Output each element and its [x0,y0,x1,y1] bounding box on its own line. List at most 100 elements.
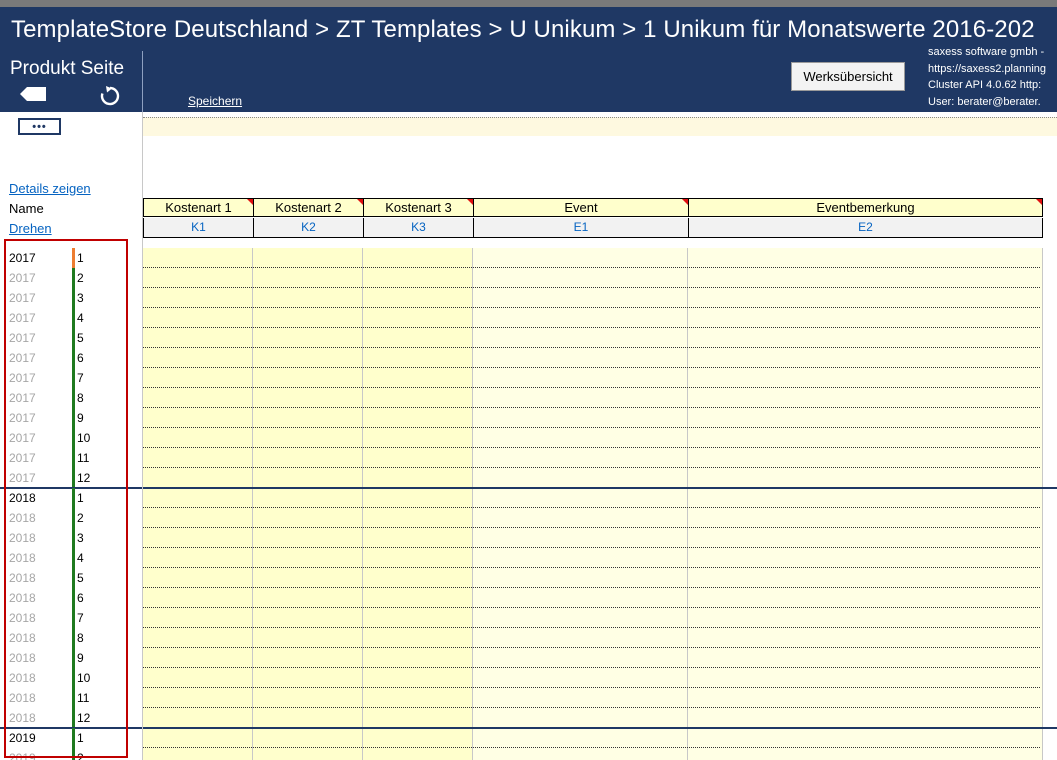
column-code-2[interactable]: K2 [253,218,363,238]
row-header[interactable]: 2018 11 [0,688,142,708]
column-header-1[interactable]: Kostenart 1 [143,198,253,217]
row-year: 2017 [9,431,36,445]
row-marker-bar [72,608,75,628]
row-year: 2018 [9,531,36,545]
row-header[interactable]: 2018 2 [0,508,142,528]
table-row[interactable] [143,628,1040,648]
table-row[interactable] [143,508,1040,528]
row-month: 4 [77,551,84,565]
table-row[interactable] [143,528,1040,548]
table-row[interactable] [143,248,1040,268]
column-code-1[interactable]: K1 [143,218,253,238]
row-header[interactable]: 2017 2 [0,268,142,288]
row-header[interactable]: 2017 9 [0,408,142,428]
row-marker-bar [72,268,75,288]
row-header[interactable]: 2017 10 [0,428,142,448]
row-header[interactable]: 2017 6 [0,348,142,368]
table-row[interactable] [143,308,1040,328]
table-row[interactable] [143,408,1040,428]
row-month: 6 [77,591,84,605]
table-row[interactable] [143,608,1040,628]
row-marker-bar [72,388,75,408]
row-header[interactable]: 2019 2 [0,748,142,760]
row-header[interactable]: 2018 6 [0,588,142,608]
row-marker-bar [72,428,75,448]
row-header[interactable]: 2017 7 [0,368,142,388]
row-header[interactable]: 2017 1 [0,248,142,268]
details-show-link[interactable]: Details zeigen [9,181,91,196]
table-row[interactable] [143,648,1040,668]
row-year: 2018 [9,591,36,605]
row-header[interactable]: 2017 3 [0,288,142,308]
row-month: 10 [77,431,91,445]
row-header[interactable]: 2018 7 [0,608,142,628]
row-header[interactable]: 2018 3 [0,528,142,548]
table-row[interactable] [143,728,1040,748]
table-row[interactable] [143,368,1040,388]
table-row[interactable] [143,428,1040,448]
row-year: 2018 [9,631,36,645]
column-header-label: Kostenart 2 [275,200,342,215]
row-header[interactable]: 2018 10 [0,668,142,688]
row-marker-bar [72,708,75,728]
column-code-5[interactable]: E2 [688,218,1043,238]
column-header-2[interactable]: Kostenart 2 [253,198,363,217]
column-header-5[interactable]: Eventbemerkung [688,198,1043,217]
back-arrow-icon[interactable] [20,87,46,101]
row-month: 4 [77,311,84,325]
row-header[interactable]: 2018 9 [0,648,142,668]
row-marker-bar [72,408,75,428]
row-header[interactable]: 2019 1 [0,728,142,748]
row-header[interactable]: 2018 12 [0,708,142,728]
row-marker-bar [72,568,75,588]
row-header[interactable]: 2017 12 [0,468,142,488]
table-row[interactable] [143,688,1040,708]
table-row[interactable] [143,488,1040,508]
column-header-label: Kostenart 3 [385,200,452,215]
more-options-button[interactable]: ••• [18,118,61,135]
table-row[interactable] [143,548,1040,568]
table-row[interactable] [143,708,1040,728]
row-month: 1 [77,251,84,265]
table-row[interactable] [143,568,1040,588]
table-row[interactable] [143,668,1040,688]
column-header-3[interactable]: Kostenart 3 [363,198,473,217]
column-header-4[interactable]: Event [473,198,688,217]
row-month: 8 [77,391,84,405]
row-year: 2017 [9,311,36,325]
column-code-4[interactable]: E1 [473,218,688,238]
table-row[interactable] [143,468,1040,488]
row-year: 2019 [9,751,36,760]
row-month: 7 [77,371,84,385]
row-year: 2018 [9,711,36,725]
save-link[interactable]: Speichern [188,94,242,108]
column-code-3[interactable]: K3 [363,218,473,238]
row-header[interactable]: 2018 8 [0,628,142,648]
row-header[interactable]: 2017 11 [0,448,142,468]
row-year: 2019 [9,731,36,745]
table-row[interactable] [143,268,1040,288]
row-year: 2018 [9,511,36,525]
row-header[interactable]: 2018 4 [0,548,142,568]
info-band [143,117,1057,136]
row-header[interactable]: 2017 8 [0,388,142,408]
table-row[interactable] [143,388,1040,408]
row-month: 3 [77,531,84,545]
table-row[interactable] [143,748,1040,760]
row-header[interactable]: 2018 5 [0,568,142,588]
row-year: 2018 [9,551,36,565]
rotate-link[interactable]: Drehen [9,221,52,236]
table-row[interactable] [143,348,1040,368]
row-month: 5 [77,571,84,585]
row-header[interactable]: 2017 4 [0,308,142,328]
table-row[interactable] [143,288,1040,308]
row-header[interactable]: 2017 5 [0,328,142,348]
table-row[interactable] [143,448,1040,468]
api-version-line: Cluster API 4.0.62 http: [928,79,1042,91]
row-header[interactable]: 2018 1 [0,488,142,508]
table-row[interactable] [143,328,1040,348]
plant-overview-button[interactable]: Werksübersicht [791,62,905,91]
refresh-icon[interactable] [99,85,121,107]
table-row[interactable] [143,588,1040,608]
row-marker-bar [72,588,75,608]
